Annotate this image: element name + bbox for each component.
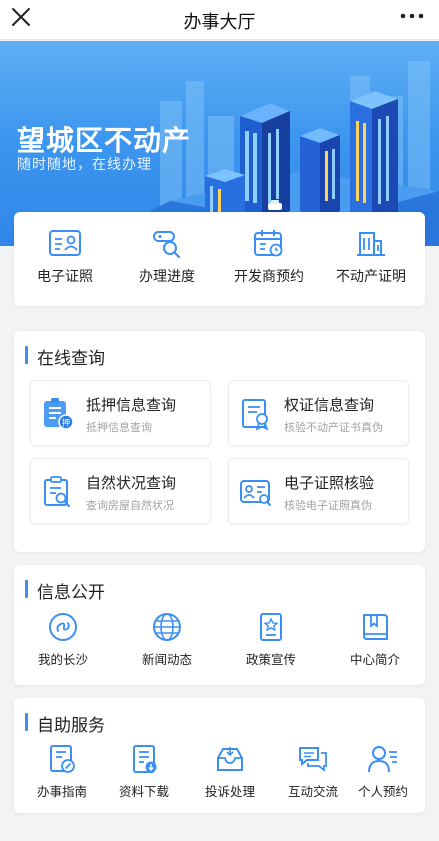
chat-icon <box>299 747 327 772</box>
service-item-appointment[interactable]: 个人预约 <box>345 744 421 800</box>
section-title: 在线查询 <box>37 349 105 369</box>
section-accent-bar <box>25 580 28 598</box>
quick-action-label: 不动产证明 <box>336 269 406 285</box>
person-appointment-icon <box>368 746 397 773</box>
service-item-complaint[interactable]: 投诉处理 <box>188 744 272 800</box>
query-card-desc: 查询房屋自然状况 <box>86 499 174 512</box>
page-title: 办事大厅 <box>183 12 256 33</box>
quick-actions-card: 电子证照 办理进度 开发商预约 不动产证明 <box>14 212 425 306</box>
query-card-title: 权证信息查询 <box>284 396 375 414</box>
info-item-my-changsha[interactable]: 我的长沙 <box>24 612 102 668</box>
top-nav-bar: 办事大厅 <box>0 0 439 40</box>
service-item-download[interactable]: 资料下载 <box>108 744 180 800</box>
bookmark-book-icon <box>363 614 388 640</box>
section-accent-bar <box>25 346 28 364</box>
quick-action-label: 办理进度 <box>139 269 195 285</box>
query-card-natural-status[interactable]: 自然状况查询 查询房屋自然状况 <box>30 458 211 524</box>
building-icon <box>357 232 385 256</box>
city-circle-icon <box>49 613 77 641</box>
info-item-label: 政策宣传 <box>245 652 296 667</box>
id-verify-icon <box>240 480 271 506</box>
query-card-desc: 核验电子证照真伪 <box>284 499 372 512</box>
calendar-icon <box>254 230 283 257</box>
quick-action-developer-booking[interactable]: 开发商预约 <box>218 228 320 286</box>
service-item-label: 互动交流 <box>287 784 338 799</box>
service-item-label: 办事指南 <box>36 784 87 799</box>
section-title: 自助服务 <box>37 716 105 736</box>
service-item-interaction[interactable]: 互动交流 <box>272 744 354 800</box>
query-card-title: 电子证照核验 <box>284 474 375 492</box>
mortgage-doc-icon: 押 <box>44 398 74 430</box>
service-item-label: 投诉处理 <box>204 784 255 799</box>
self-service-section: 自助服务 办事指南 资料下载 投诉处理 互动交流 个人预约 <box>14 698 425 813</box>
banner-title: 望城区不动产 <box>17 124 192 157</box>
query-card-certificate[interactable]: 权证信息查询 核验不动产证书真伪 <box>228 380 409 446</box>
service-item-label: 资料下载 <box>118 784 169 799</box>
query-card-mortgage[interactable]: 押 抵押信息查询 抵押信息查询 <box>30 380 211 446</box>
download-doc-icon <box>133 745 157 773</box>
certificate-icon <box>242 399 269 431</box>
query-card-title: 自然状况查询 <box>86 474 177 492</box>
complaint-inbox-icon <box>217 747 243 771</box>
more-icon[interactable] <box>399 8 425 24</box>
service-item-label: 个人预约 <box>357 784 408 799</box>
banner-subtitle: 随时随地，在线办理 <box>17 157 152 173</box>
info-item-label: 我的长沙 <box>37 652 88 667</box>
info-item-news[interactable]: 新闻动态 <box>128 612 206 668</box>
info-item-label: 新闻动态 <box>141 652 192 667</box>
info-public-section: 信息公开 我的长沙 新闻动态 政策宣传 中心简介 <box>14 565 425 685</box>
policy-book-icon <box>260 613 282 641</box>
service-item-guide[interactable]: 办事指南 <box>26 744 98 800</box>
quick-action-label: 电子证照 <box>37 269 93 285</box>
query-card-e-license-verify[interactable]: 电子证照核验 核验电子证照真伪 <box>228 458 409 524</box>
svg-text:押: 押 <box>62 418 70 428</box>
section-title: 信息公开 <box>37 583 105 603</box>
quick-action-property-certificate[interactable]: 不动产证明 <box>320 228 422 286</box>
info-item-policy[interactable]: 政策宣传 <box>232 612 310 668</box>
globe-icon <box>153 613 181 641</box>
progress-search-icon <box>153 231 181 258</box>
info-item-center-intro[interactable]: 中心简介 <box>336 612 414 668</box>
info-item-label: 中心简介 <box>349 652 400 667</box>
query-card-desc: 核验不动产证书真伪 <box>284 421 383 434</box>
clipboard-search-icon <box>44 476 70 507</box>
quick-action-progress[interactable]: 办理进度 <box>116 228 218 286</box>
query-card-title: 抵押信息查询 <box>86 396 177 414</box>
query-card-desc: 抵押信息查询 <box>86 421 152 434</box>
online-query-section: 在线查询 押 抵押信息查询 抵押信息查询 权证信息查询 核验不动产证书真伪 自然… <box>14 331 425 552</box>
quick-action-electronic-license[interactable]: 电子证照 <box>14 228 116 286</box>
section-accent-bar <box>25 713 28 731</box>
quick-action-label: 开发商预约 <box>234 269 304 285</box>
guide-icon <box>50 745 75 773</box>
id-card-icon <box>49 230 81 256</box>
